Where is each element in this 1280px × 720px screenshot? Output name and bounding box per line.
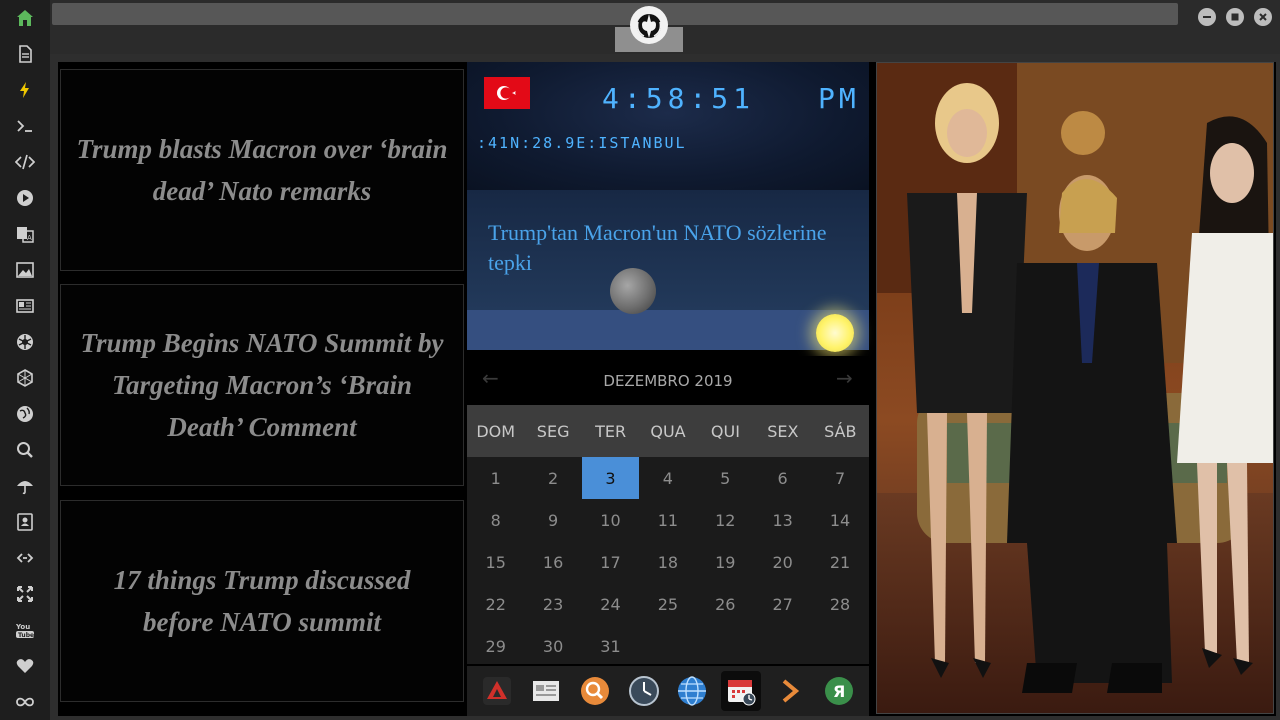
- document-icon[interactable]: [11, 40, 39, 68]
- calendar-app-icon[interactable]: [721, 671, 762, 711]
- code-icon[interactable]: [11, 148, 39, 176]
- calendar-day[interactable]: 17: [582, 541, 639, 583]
- calendar-day[interactable]: 30: [524, 625, 581, 667]
- calendar-day[interactable]: 24: [582, 583, 639, 625]
- weekday-label: SEG: [536, 421, 570, 441]
- calendar-day[interactable]: 28: [811, 583, 868, 625]
- app-dock: Я: [467, 666, 869, 716]
- weekday-label: TER: [595, 421, 627, 441]
- calendar-day[interactable]: 26: [697, 583, 754, 625]
- svg-text:You: You: [15, 623, 30, 631]
- rebel-alliance-emblem-icon[interactable]: [630, 6, 668, 44]
- address-bar[interactable]: [52, 3, 1178, 25]
- moon-icon: [610, 268, 656, 314]
- calendar-day[interactable]: 7: [811, 457, 868, 499]
- weather-headline[interactable]: Trump'tan Macron'un NATO sözlerine tepki: [488, 218, 858, 278]
- contacts-icon[interactable]: [11, 508, 39, 536]
- weekday-label: QUI: [710, 421, 740, 441]
- play-icon[interactable]: [11, 184, 39, 212]
- calendar-day[interactable]: 1: [467, 457, 524, 499]
- calendar-day-grid: 1 2 3 4 5 6 7 8 9 10 11 12 13 14 15 16 17 18 19 20 21 22 23 24 2…: [467, 457, 869, 667]
- calendar-day[interactable]: 16: [524, 541, 581, 583]
- calendar-day[interactable]: 21: [811, 541, 868, 583]
- calendar-day[interactable]: 15: [467, 541, 524, 583]
- search-icon[interactable]: [11, 436, 39, 464]
- heart-icon[interactable]: [11, 652, 39, 680]
- translate-icon[interactable]: A: [11, 220, 39, 248]
- calendar-day[interactable]: 22: [467, 583, 524, 625]
- home-icon[interactable]: [11, 4, 39, 32]
- svg-text:Tube: Tube: [18, 632, 34, 639]
- calendar-day[interactable]: 2: [524, 457, 581, 499]
- calendar-day[interactable]: 31: [582, 625, 639, 667]
- wallpaper-photo: [876, 62, 1274, 714]
- globe-icon[interactable]: [11, 400, 39, 428]
- calendar-month-title: DEZEMBRO 2019: [467, 356, 869, 405]
- clock-ampm: PM: [818, 82, 860, 115]
- calendar-prev-arrow-icon[interactable]: ←: [482, 366, 499, 390]
- weekday-label: DOM: [476, 421, 516, 441]
- youtube-icon[interactable]: You Tube: [11, 616, 39, 644]
- weekday-label: SÁB: [824, 421, 857, 441]
- news-title: 17 things Trump discussed before NATO su…: [113, 565, 411, 637]
- calendar-weekday-row: DOM SEG TER QUA QUI SEX SÁB: [467, 405, 869, 457]
- turkey-flag-icon: [484, 77, 530, 109]
- news-card[interactable]: Trump blasts Macron over ‘brain dead’ Na…: [60, 69, 464, 271]
- terminal-icon[interactable]: [11, 112, 39, 140]
- horizon-band: [467, 310, 869, 350]
- rebel-app-icon[interactable]: [477, 671, 517, 711]
- calendar-day[interactable]: 23: [524, 583, 581, 625]
- link-icon[interactable]: [11, 544, 39, 572]
- calendar-day[interactable]: 14: [811, 499, 868, 541]
- weekday-label: QUA: [650, 421, 686, 441]
- empire-icon[interactable]: [11, 364, 39, 392]
- calendar-day[interactable]: 25: [639, 583, 696, 625]
- calendar-day[interactable]: 6: [754, 457, 811, 499]
- weekday-label: SEX: [767, 421, 799, 441]
- news-title: Trump blasts Macron over ‘brain dead’ Na…: [76, 134, 448, 206]
- news-card[interactable]: Trump Begins NATO Summit by Targeting Ma…: [60, 284, 464, 486]
- news-card[interactable]: 17 things Trump discussed before NATO su…: [60, 500, 464, 702]
- calendar-day[interactable]: 27: [754, 583, 811, 625]
- calendar-day[interactable]: 8: [467, 499, 524, 541]
- image-icon[interactable]: [11, 256, 39, 284]
- clock-time: 4:58:51: [602, 82, 756, 115]
- sun-icon: [816, 314, 854, 352]
- calendar-day-selected[interactable]: 3: [581, 457, 640, 499]
- news-title: Trump Begins NATO Summit by Targeting Ma…: [80, 328, 444, 442]
- browser-globe-icon[interactable]: [672, 671, 712, 711]
- close-button[interactable]: [1254, 8, 1272, 26]
- play-forward-icon[interactable]: [770, 671, 810, 711]
- news-reader-icon[interactable]: [526, 671, 566, 711]
- calendar-day[interactable]: 29: [467, 625, 524, 667]
- calendar-next-arrow-icon[interactable]: →: [836, 366, 853, 390]
- yandex-icon[interactable]: Я: [819, 671, 859, 711]
- calendar-day[interactable]: 9: [524, 499, 581, 541]
- calendar-day[interactable]: 12: [697, 499, 754, 541]
- calendar-day[interactable]: 20: [754, 541, 811, 583]
- clock-location: :41N:28.9E:ISTANBUL: [477, 134, 687, 152]
- clock-app-icon[interactable]: [624, 671, 664, 711]
- calendar-day[interactable]: 13: [754, 499, 811, 541]
- calendar-day[interactable]: 4: [639, 457, 696, 499]
- search-app-icon[interactable]: [575, 671, 615, 711]
- calendar-day[interactable]: 11: [639, 499, 696, 541]
- infinity-icon[interactable]: [11, 688, 39, 716]
- calendar-day[interactable]: 10: [582, 499, 639, 541]
- calendar-day[interactable]: 19: [697, 541, 754, 583]
- sidebar: A You Tube: [0, 0, 50, 720]
- svg-text:A: A: [27, 234, 32, 242]
- expand-icon[interactable]: [11, 580, 39, 608]
- maximize-button[interactable]: [1226, 8, 1244, 26]
- rebel-alliance-icon[interactable]: [11, 328, 39, 356]
- news-icon[interactable]: [11, 292, 39, 320]
- bolt-icon[interactable]: [11, 76, 39, 104]
- svg-text:Я: Я: [833, 682, 845, 701]
- calendar-day[interactable]: 5: [697, 457, 754, 499]
- umbrella-icon[interactable]: [11, 472, 39, 500]
- calendar-day[interactable]: 18: [639, 541, 696, 583]
- minimize-button[interactable]: [1198, 8, 1216, 26]
